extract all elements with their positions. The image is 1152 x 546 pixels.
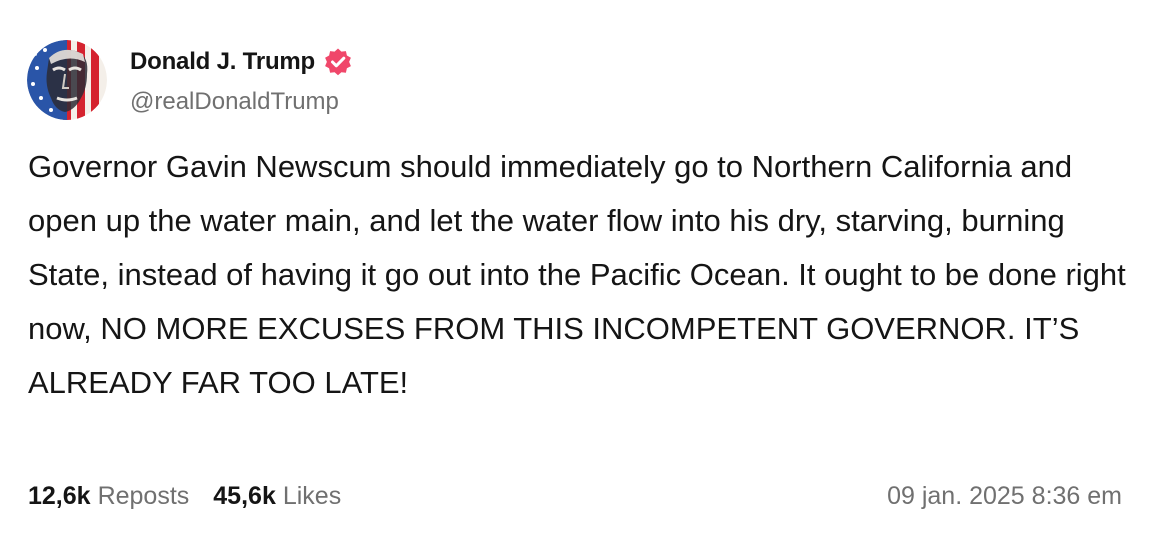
post-footer: 12,6k Reposts 45,6k Likes 09 jan. 2025 8… [28,478,1122,514]
post-text: Governor Gavin Newscum should immediatel… [28,149,1126,400]
verified-badge-icon [323,47,353,77]
name-row: Donald J. Trump [130,46,353,78]
post-card: Donald J. Trump @realDonaldTrump Governo… [0,0,1152,546]
avatar[interactable] [27,40,107,120]
likes-label: Likes [282,481,342,510]
reposts-label: Reposts [97,481,190,510]
author-display-name[interactable]: Donald J. Trump [130,48,315,76]
post-header: Donald J. Trump @realDonaldTrump [27,40,353,120]
author-handle[interactable]: @realDonaldTrump [130,88,353,116]
reposts-count: 12,6k [28,481,91,510]
avatar-image [27,40,107,120]
post-timestamp[interactable]: 09 jan. 2025 8:36 em [887,482,1122,511]
likes-count: 45,6k [213,481,276,510]
author-identity: Donald J. Trump @realDonaldTrump [130,46,353,116]
likes-stat[interactable]: 45,6k Likes [213,482,341,511]
reposts-stat[interactable]: 12,6k Reposts [28,482,189,511]
